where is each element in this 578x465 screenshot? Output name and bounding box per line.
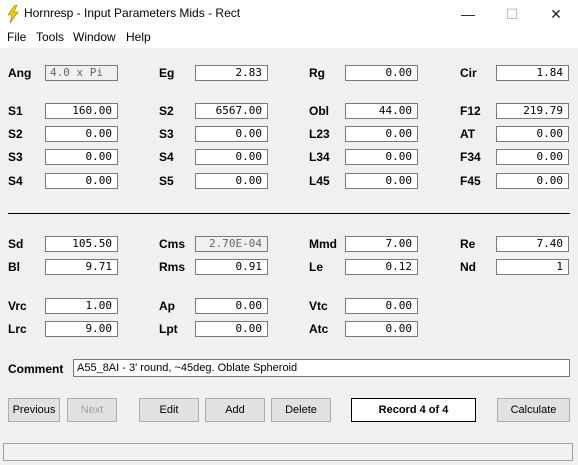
s4-label: S4 [159,150,174,164]
lpt-field[interactable]: 0.00 [195,321,268,337]
sd-label: Sd [8,237,24,251]
s3-field[interactable]: 0.00 [195,126,268,142]
ap-label: Ap [159,299,175,313]
l45-label: L45 [309,174,330,188]
nd-field[interactable]: 1 [496,259,569,275]
cir-label: Cir [460,66,477,80]
bl-field[interactable]: 9.71 [45,259,118,275]
obl-label: Obl [309,104,329,118]
s5-label: S5 [159,174,174,188]
comment-label: Comment [8,362,64,376]
lrc-label: Lrc [8,322,27,336]
at-field[interactable]: 0.00 [496,126,569,142]
sd-field[interactable]: 105.50 [45,236,118,252]
section-divider [8,213,570,214]
f34-field[interactable]: 0.00 [496,149,569,165]
menu-window[interactable]: Window [73,29,116,45]
rg-field[interactable]: 0.00 [345,65,418,81]
menu-tools[interactable]: Tools [36,29,64,45]
status-bar [0,441,578,465]
s4-field[interactable]: 0.00 [195,149,268,165]
nd-label: Nd [460,260,476,274]
ap-field[interactable]: 0.00 [195,298,268,314]
le-label: Le [309,260,324,274]
l45-field[interactable]: 0.00 [345,173,418,189]
atc-label: Atc [309,322,329,336]
l23-label: L23 [309,127,330,141]
s2-row-field[interactable]: 0.00 [45,126,118,142]
vrc-field[interactable]: 1.00 [45,298,118,314]
next-button[interactable]: Next [67,398,117,422]
eg-field[interactable]: 2.83 [195,65,268,81]
rms-label: Rms [159,260,186,274]
s1-label: S1 [8,104,23,118]
status-panel [3,443,573,461]
edit-button[interactable]: Edit [139,398,199,422]
add-button[interactable]: Add [205,398,265,422]
s1-field[interactable]: 160.00 [45,103,118,119]
bl-label: Bl [8,260,20,274]
le-field[interactable]: 0.12 [345,259,418,275]
previous-button[interactable]: Previous [8,398,60,422]
mmd-label: Mmd [309,237,337,251]
f45-field[interactable]: 0.00 [496,173,569,189]
s4-row-label: S4 [8,174,23,188]
lpt-label: Lpt [159,322,178,336]
s3-label: S3 [159,127,174,141]
l34-field[interactable]: 0.00 [345,149,418,165]
l23-field[interactable]: 0.00 [345,126,418,142]
cms-label: Cms [159,237,186,251]
s2-row-label: S2 [8,127,23,141]
menu-bar: File Tools Window Help [0,28,578,48]
minimize-button[interactable]: — [446,0,490,28]
vrc-label: Vrc [8,299,27,313]
window-title: Hornresp - Input Parameters Mids - Rect [24,6,241,20]
at-label: AT [460,127,476,141]
mmd-field[interactable]: 7.00 [345,236,418,252]
s3-row-field[interactable]: 0.00 [45,149,118,165]
cir-field[interactable]: 1.84 [496,65,569,81]
menu-file[interactable]: File [7,29,26,45]
f12-field[interactable]: 219.79 [496,103,569,119]
close-button[interactable]: ✕ [534,0,578,28]
calculate-button[interactable]: Calculate [497,398,570,422]
s2-label: S2 [159,104,174,118]
maximize-button[interactable]: ☐ [490,0,534,28]
f45-label: F45 [460,174,481,188]
comment-input[interactable]: A55_8AI - 3' round, ~45deg. Oblate Spher… [73,359,570,377]
s2-field[interactable]: 6567.00 [195,103,268,119]
s3-row-label: S3 [8,150,23,164]
obl-field[interactable]: 44.00 [345,103,418,119]
vtc-label: Vtc [309,299,328,313]
s4-row-field[interactable]: 0.00 [45,173,118,189]
lightning-bolt-icon [7,5,19,23]
rg-label: Rg [309,66,325,80]
ang-label: Ang [8,66,32,80]
cms-field[interactable]: 2.70E-04 [195,236,268,252]
re-label: Re [460,237,476,251]
vtc-field[interactable]: 0.00 [345,298,418,314]
f12-label: F12 [460,104,481,118]
menu-help[interactable]: Help [126,29,151,45]
title-bar: Hornresp - Input Parameters Mids - Rect … [0,0,578,28]
atc-field[interactable]: 0.00 [345,321,418,337]
delete-button[interactable]: Delete [271,398,331,422]
l34-label: L34 [309,150,330,164]
eg-label: Eg [159,66,175,80]
re-field[interactable]: 7.40 [496,236,569,252]
ang-field[interactable]: 4.0 x Pi [45,65,118,81]
f34-label: F34 [460,150,481,164]
s5-field[interactable]: 0.00 [195,173,268,189]
record-indicator: Record 4 of 4 [351,398,476,422]
rms-field[interactable]: 0.91 [195,259,268,275]
lrc-field[interactable]: 9.00 [45,321,118,337]
